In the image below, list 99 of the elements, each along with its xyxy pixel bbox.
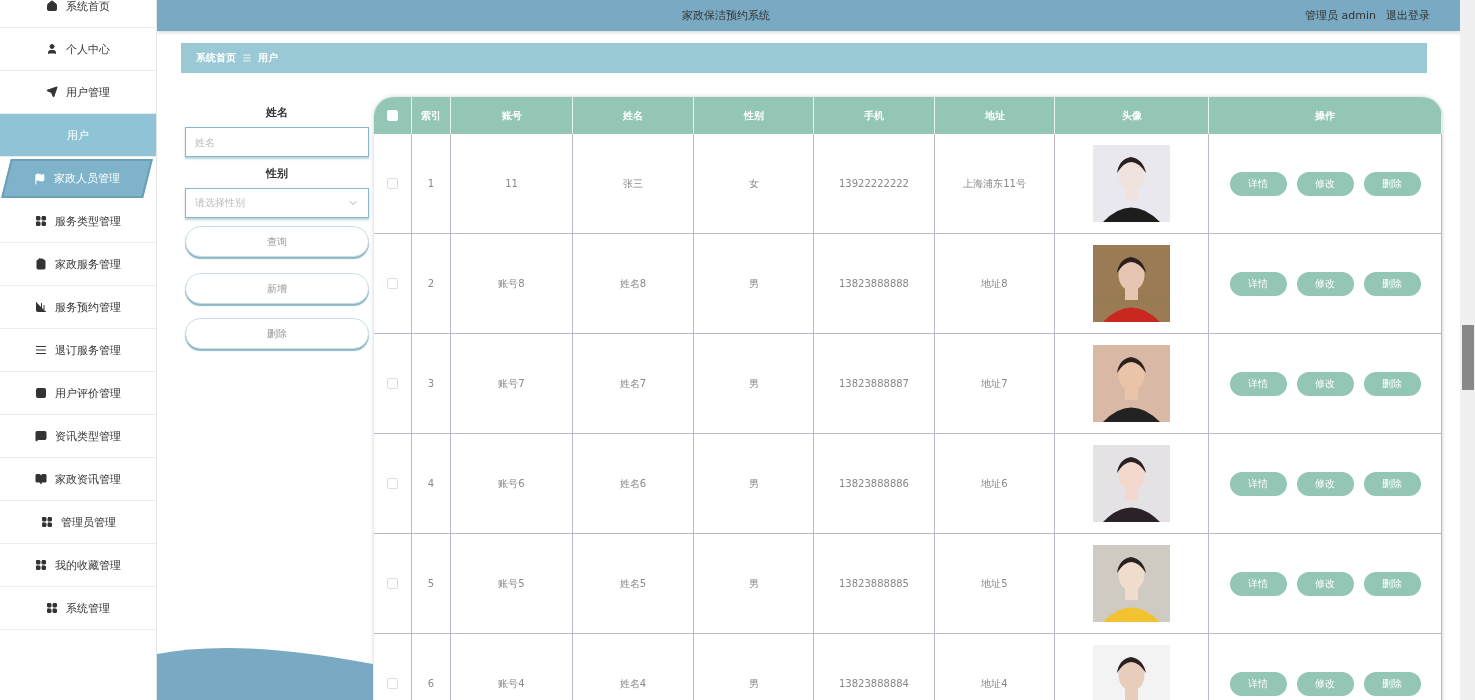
row-action-button[interactable]: 详情 <box>1229 571 1287 596</box>
table-cell: 13823888888 <box>839 278 909 289</box>
table-cell: 地址4 <box>981 676 1008 691</box>
menu-item-icon <box>35 473 47 485</box>
menu-item-icon <box>46 0 58 12</box>
table-cell: 地址5 <box>981 576 1008 591</box>
table-cell: 13823888884 <box>839 678 909 689</box>
table-cell: 男 <box>748 276 759 291</box>
logout-link[interactable]: 退出登录 <box>1386 8 1430 23</box>
menu-item-icon <box>46 86 58 98</box>
table-cell: 13823888887 <box>839 378 909 389</box>
row-action-button[interactable]: 修改 <box>1296 171 1354 196</box>
table-cell: 张三 <box>623 176 643 191</box>
row-action-button[interactable]: 修改 <box>1296 271 1354 296</box>
menu-item-icon <box>35 301 47 313</box>
table-cell: 上海浦东11号 <box>963 176 1026 191</box>
row-checkbox[interactable] <box>387 378 398 389</box>
row-action-button[interactable]: 修改 <box>1296 371 1354 396</box>
menu-item-icon <box>35 215 47 227</box>
window-title: 家政保洁预约系统 <box>681 8 771 23</box>
table-cell: 女 <box>748 176 759 191</box>
sidebar-item[interactable]: 系统首页 <box>0 0 156 28</box>
row-action-button[interactable]: 详情 <box>1229 671 1287 696</box>
table-cell: 地址8 <box>981 276 1008 291</box>
field-label: 性别 <box>266 166 288 181</box>
row-action-button[interactable]: 修改 <box>1296 571 1354 596</box>
table-cell: 3 <box>427 378 435 389</box>
row-action-button[interactable]: 删除 <box>1363 671 1421 696</box>
menu-item-icon <box>35 258 47 270</box>
row-action-button[interactable]: 详情 <box>1229 271 1287 296</box>
table-cell: 账号8 <box>498 276 525 291</box>
action-button[interactable]: 删除 <box>185 318 369 349</box>
menu-item-icon <box>35 430 47 442</box>
select-all-checkbox[interactable] <box>387 110 398 121</box>
table-cell: 姓名5 <box>619 576 647 591</box>
table-cell: 姓名7 <box>619 376 647 391</box>
action-button[interactable]: 查询 <box>185 226 369 257</box>
table-cell: 4 <box>427 478 435 489</box>
row-checkbox[interactable] <box>387 478 398 489</box>
row-action-button[interactable]: 删除 <box>1363 171 1421 196</box>
admin-user: 管理员 admin <box>1305 8 1376 23</box>
table-cell: 账号4 <box>498 676 525 691</box>
row-action-button[interactable]: 详情 <box>1229 171 1287 196</box>
table-cell: 账号5 <box>498 576 525 591</box>
field-label: 姓名 <box>266 105 288 120</box>
row-action-button[interactable]: 详情 <box>1229 471 1287 496</box>
row-checkbox[interactable] <box>387 178 398 189</box>
row-action-button[interactable]: 修改 <box>1296 671 1354 696</box>
table-cell: 男 <box>748 676 759 691</box>
header-cell: 手机 <box>814 97 935 134</box>
name-input[interactable]: 姓名 <box>185 127 369 157</box>
table-cell: 11 <box>505 178 518 189</box>
breadcrumb-link[interactable]: 系统首页 <box>196 51 236 65</box>
row-checkbox[interactable] <box>387 678 398 689</box>
sidebar-item[interactable]: 家政人员管理 <box>1 159 153 198</box>
table-cell: 男 <box>748 576 759 591</box>
row-action-button[interactable]: 删除 <box>1363 371 1421 396</box>
menu-item-icon <box>40 516 53 528</box>
breadcrumb-link[interactable]: 用户 <box>258 51 278 65</box>
row-action-button[interactable]: 删除 <box>1363 571 1421 596</box>
menu-item-icon <box>34 172 46 185</box>
row-action-button[interactable]: 修改 <box>1296 471 1354 496</box>
table-cell: 男 <box>748 476 759 491</box>
header-cell: 索引 <box>412 97 451 134</box>
table-cell: 1 <box>427 178 435 189</box>
table-cell: 姓名8 <box>619 276 647 291</box>
table-cell: 姓名6 <box>619 476 647 491</box>
row-checkbox[interactable] <box>387 578 398 589</box>
table-cell: 账号7 <box>498 376 525 391</box>
table-cell: 6 <box>427 678 435 689</box>
header-cell: 姓名 <box>573 97 694 134</box>
table-cell: 2 <box>427 278 435 289</box>
menu-item-icon <box>35 559 47 571</box>
table-cell: 地址6 <box>981 476 1008 491</box>
row-action-button[interactable]: 删除 <box>1363 471 1421 496</box>
table-cell: 姓名4 <box>619 676 647 691</box>
table-cell: 13823888885 <box>839 578 909 589</box>
header-cell: 性别 <box>694 97 814 134</box>
header-cell: 头像 <box>1055 97 1209 134</box>
separator-icon <box>242 53 252 63</box>
action-button[interactable]: 新增 <box>185 273 369 304</box>
sidebar-item[interactable]: 用户 <box>0 114 156 157</box>
row-checkbox[interactable] <box>387 278 398 289</box>
row-action-button[interactable]: 删除 <box>1363 271 1421 296</box>
row-action-button[interactable]: 详情 <box>1229 371 1287 396</box>
header-cell: 操作 <box>1209 97 1442 134</box>
table-cell: 账号6 <box>498 476 525 491</box>
header-cell: 账号 <box>451 97 573 134</box>
table-cell: 地址7 <box>981 376 1008 391</box>
table-cell: 13823888886 <box>839 478 909 489</box>
menu-item-icon <box>35 387 47 399</box>
scrollbar-thumb[interactable] <box>1462 325 1474 390</box>
header-cell: 地址 <box>935 97 1055 134</box>
menu-item-icon <box>35 344 47 356</box>
table-cell: 男 <box>748 376 759 391</box>
table-cell: 5 <box>427 578 435 589</box>
menu-item-icon <box>46 602 58 614</box>
menu-item-icon <box>46 43 58 55</box>
table-cell: 13922222222 <box>839 178 909 189</box>
